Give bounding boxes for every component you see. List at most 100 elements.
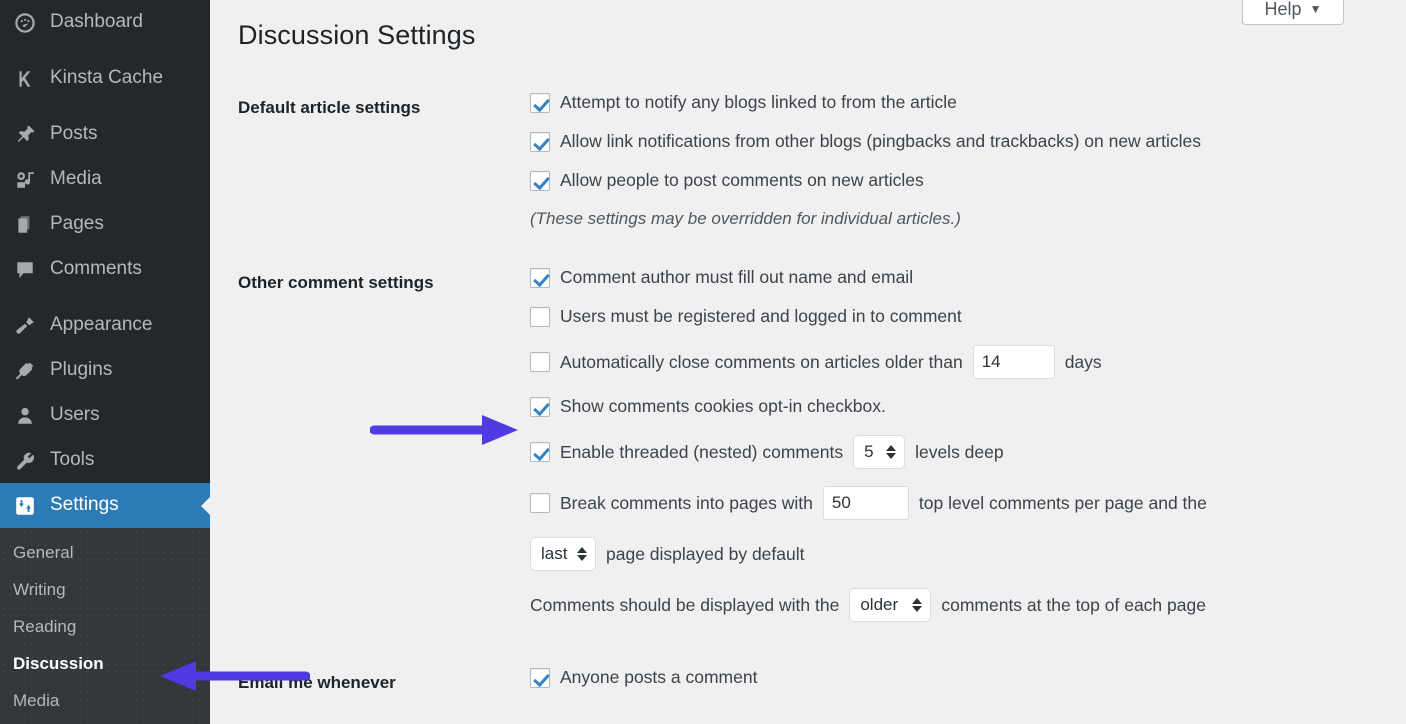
checkbox-break-comments-into-pages[interactable] xyxy=(530,493,550,513)
wrench-icon xyxy=(12,448,38,474)
option-anyone-posts-a-comment[interactable]: Anyone posts a comment xyxy=(530,667,1398,689)
sidebar-item-users[interactable]: Users xyxy=(0,393,210,438)
sidebar-separator xyxy=(0,101,210,112)
chevron-down-icon: ▼ xyxy=(1309,2,1322,16)
plug-icon xyxy=(12,358,38,384)
checkbox-threaded-comments[interactable] xyxy=(530,442,550,462)
sidebar-item-label: Posts xyxy=(50,123,98,144)
sliders-icon xyxy=(12,493,38,519)
row-email-me-whenever: Email me whenever Anyone posts a comment xyxy=(238,667,1398,695)
sidebar-item-kinsta-cache[interactable]: Kinsta Cache xyxy=(0,56,210,101)
page-default-select[interactable]: last xyxy=(530,537,596,571)
sidebar-item-appearance[interactable]: Appearance xyxy=(0,303,210,348)
submenu-item-media[interactable]: Media xyxy=(0,682,210,719)
submenu-item-label: Media xyxy=(13,690,60,710)
option-allow-comments[interactable]: Allow people to post comments on new art… xyxy=(530,170,1398,192)
paging-label-after: top level comments per page and the xyxy=(918,492,1207,513)
sidebar-item-label: Pages xyxy=(50,213,104,234)
row-fields-default-article: Attempt to notify any blogs linked to fr… xyxy=(530,92,1398,229)
checkbox-users-must-be-registered[interactable] xyxy=(530,307,550,327)
sidebar-item-settings[interactable]: Settings xyxy=(0,483,210,528)
option-author-must-fill[interactable]: Comment author must fill out name and em… xyxy=(530,267,1398,289)
sidebar-item-label: Appearance xyxy=(50,314,153,335)
checkbox-allow-link-notifications[interactable] xyxy=(530,132,550,152)
option-label: Allow people to post comments on new art… xyxy=(560,170,924,191)
submenu-item-label: Writing xyxy=(13,579,66,599)
submenu-item-general[interactable]: General xyxy=(0,534,210,571)
sidebar-item-plugins[interactable]: Plugins xyxy=(0,348,210,393)
settings-form: Default article settings Attempt to noti… xyxy=(238,92,1398,695)
display-order-label-after: comments at the top of each page xyxy=(941,594,1206,615)
option-break-comments-into-pages: Break comments into pages with top level… xyxy=(530,486,1398,520)
sidebar-item-media[interactable]: Media xyxy=(0,157,210,202)
threaded-label-before: Enable threaded (nested) comments xyxy=(560,441,844,462)
checkbox-show-cookies-optin[interactable] xyxy=(530,397,550,417)
threaded-levels-select[interactable]: 5 xyxy=(853,435,906,469)
submenu-item-writing[interactable]: Writing xyxy=(0,571,210,608)
spinner-arrows-icon xyxy=(577,547,587,561)
sidebar-item-label: Dashboard xyxy=(50,11,143,32)
row-default-article-settings: Default article settings Attempt to noti… xyxy=(238,92,1398,229)
threaded-label-after: levels deep xyxy=(915,441,1004,462)
page-default-label-after: page displayed by default xyxy=(606,543,805,564)
option-label: Attempt to notify any blogs linked to fr… xyxy=(560,92,957,113)
sidebar-item-label: Settings xyxy=(50,494,119,515)
sidebar-item-label: Users xyxy=(50,404,100,425)
spinner-arrows-icon xyxy=(886,445,897,459)
submenu-item-label: General xyxy=(13,542,74,562)
comments-per-page-input[interactable] xyxy=(822,486,909,520)
sidebar-item-label: Tools xyxy=(50,449,95,470)
help-button-label: Help xyxy=(1264,0,1302,19)
option-comments-display-order: Comments should be displayed with the ol… xyxy=(530,588,1398,622)
submenu-item-label: Discussion xyxy=(13,653,104,673)
pages-icon xyxy=(12,212,38,238)
sidebar-item-posts[interactable]: Posts xyxy=(0,112,210,157)
option-allow-link-notifications[interactable]: Allow link notifications from other blog… xyxy=(530,131,1398,153)
dashboard-icon xyxy=(12,10,38,36)
option-label: Allow link notifications from other blog… xyxy=(560,131,1201,152)
submenu-item-reading[interactable]: Reading xyxy=(0,608,210,645)
option-label: Anyone posts a comment xyxy=(560,667,758,688)
option-auto-close-comments: Automatically close comments on articles… xyxy=(530,345,1398,379)
display-order-label-before: Comments should be displayed with the xyxy=(530,594,840,615)
sidebar-separator xyxy=(0,292,210,303)
row-other-comment-settings: Other comment settings Comment author mu… xyxy=(238,267,1398,639)
main-content: Help ▼ Discussion Settings Default artic… xyxy=(210,0,1406,724)
option-label: Show comments cookies opt-in checkbox. xyxy=(560,396,886,417)
paging-label-before: Break comments into pages with xyxy=(560,492,813,513)
user-icon xyxy=(12,403,38,429)
sidebar-item-tools[interactable]: Tools xyxy=(0,438,210,483)
sidebar-item-label: Comments xyxy=(50,258,142,279)
media-icon xyxy=(12,167,38,193)
settings-submenu: General Writing Reading Discussion Media xyxy=(0,528,210,724)
pin-icon xyxy=(12,122,38,148)
kinsta-k-icon xyxy=(12,66,38,92)
submenu-item-discussion[interactable]: Discussion xyxy=(0,645,210,682)
row-label-default-article: Default article settings xyxy=(238,98,421,117)
option-show-cookies-optin[interactable]: Show comments cookies opt-in checkbox. xyxy=(530,396,1398,418)
sidebar-item-pages[interactable]: Pages xyxy=(0,202,210,247)
option-notify-blogs[interactable]: Attempt to notify any blogs linked to fr… xyxy=(530,92,1398,114)
display-order-value: older xyxy=(860,595,899,614)
sidebar-item-dashboard[interactable]: Dashboard xyxy=(0,0,210,45)
page-default-value: last xyxy=(541,544,568,563)
spinner-arrows-icon xyxy=(912,598,923,612)
display-order-select[interactable]: older xyxy=(849,588,932,622)
admin-screen: Dashboard Kinsta Cache Posts Media Pages… xyxy=(0,0,1406,724)
sidebar-item-comments[interactable]: Comments xyxy=(0,247,210,292)
checkbox-anyone-posts-a-comment[interactable] xyxy=(530,668,550,688)
option-label: Users must be registered and logged in t… xyxy=(560,306,962,327)
checkbox-auto-close-comments[interactable] xyxy=(530,352,550,372)
sidebar-item-label: Plugins xyxy=(50,359,113,380)
paintbrush-icon xyxy=(12,313,38,339)
checkbox-author-must-fill[interactable] xyxy=(530,268,550,288)
checkbox-allow-comments[interactable] xyxy=(530,171,550,191)
option-page-displayed-by-default: last page displayed by default xyxy=(530,537,1398,571)
option-users-must-be-registered[interactable]: Users must be registered and logged in t… xyxy=(530,306,1398,328)
row-label-email-me: Email me whenever xyxy=(238,673,396,692)
checkbox-notify-blogs[interactable] xyxy=(530,93,550,113)
admin-sidebar: Dashboard Kinsta Cache Posts Media Pages… xyxy=(0,0,210,724)
auto-close-days-input[interactable] xyxy=(972,345,1055,379)
row-fields-other-comment: Comment author must fill out name and em… xyxy=(530,267,1398,639)
help-button[interactable]: Help ▼ xyxy=(1242,0,1344,25)
